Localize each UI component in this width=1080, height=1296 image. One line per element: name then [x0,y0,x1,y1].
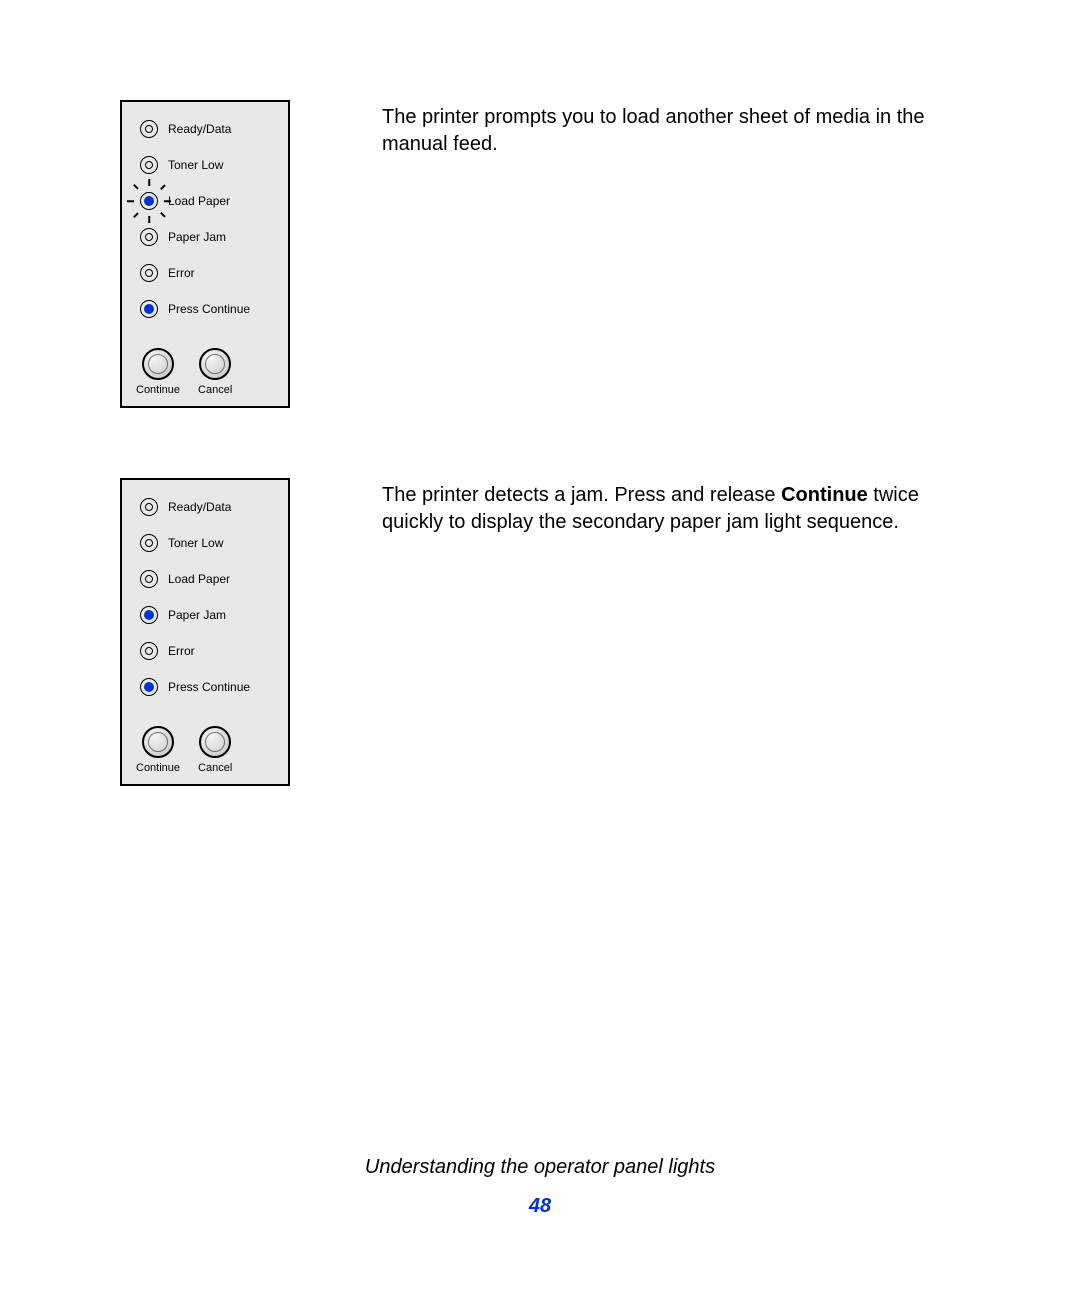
cancel-button[interactable] [199,348,231,380]
button-label: Cancel [198,384,232,396]
led-off-icon [138,154,160,176]
light-label: Error [168,644,195,658]
light-press-continue: Press Continue [132,298,278,320]
panel-buttons: Continue Cancel [132,726,278,774]
led-on-icon [138,676,160,698]
page-number: 48 [0,1195,1080,1218]
document-page: Ready/Data Toner Low Load Paper [0,0,1080,1296]
light-error: Error [132,640,278,662]
operator-panel-1: Ready/Data Toner Low Load Paper [120,100,290,408]
led-off-icon [138,568,160,590]
light-label: Error [168,266,195,280]
led-off-icon [138,118,160,140]
light-load-paper: Load Paper [132,190,278,212]
light-error: Error [132,262,278,284]
light-label: Toner Low [168,536,223,550]
light-press-continue: Press Continue [132,676,278,698]
section-2-description: The printer detects a jam. Press and rel… [382,478,972,536]
button-label: Cancel [198,762,232,774]
section-1: Ready/Data Toner Low Load Paper [120,100,980,408]
panel-buttons: Continue Cancel [132,348,278,396]
operator-panel-2: Ready/Data Toner Low Load Paper Paper Ja… [120,478,290,786]
light-label: Toner Low [168,158,223,172]
led-off-icon [138,532,160,554]
light-label: Load Paper [168,194,230,208]
page-footer: Understanding the operator panel lights … [0,1156,1080,1218]
light-label: Paper Jam [168,230,226,244]
light-paper-jam: Paper Jam [132,604,278,626]
light-paper-jam: Paper Jam [132,226,278,248]
led-off-icon [138,226,160,248]
light-toner-low: Toner Low [132,532,278,554]
continue-button[interactable] [142,348,174,380]
light-load-paper: Load Paper [132,568,278,590]
light-label: Press Continue [168,302,250,316]
light-ready-data: Ready/Data [132,118,278,140]
section-2: Ready/Data Toner Low Load Paper Paper Ja… [120,478,980,786]
led-blink-icon [138,190,160,212]
desc-text: The printer detects a jam. Press and rel… [382,484,781,506]
cancel-button[interactable] [199,726,231,758]
desc-bold: Continue [781,484,868,506]
led-on-icon [138,298,160,320]
led-off-icon [138,496,160,518]
button-label: Continue [136,762,180,774]
light-label: Paper Jam [168,608,226,622]
led-off-icon [138,640,160,662]
led-on-icon [138,604,160,626]
light-ready-data: Ready/Data [132,496,278,518]
continue-button[interactable] [142,726,174,758]
footer-title: Understanding the operator panel lights [0,1156,1080,1179]
light-label: Load Paper [168,572,230,586]
light-label: Ready/Data [168,500,231,514]
light-label: Ready/Data [168,122,231,136]
button-label: Continue [136,384,180,396]
light-toner-low: Toner Low [132,154,278,176]
light-label: Press Continue [168,680,250,694]
desc-text: The printer prompts you to load another … [382,106,925,155]
section-1-description: The printer prompts you to load another … [382,100,972,158]
led-off-icon [138,262,160,284]
